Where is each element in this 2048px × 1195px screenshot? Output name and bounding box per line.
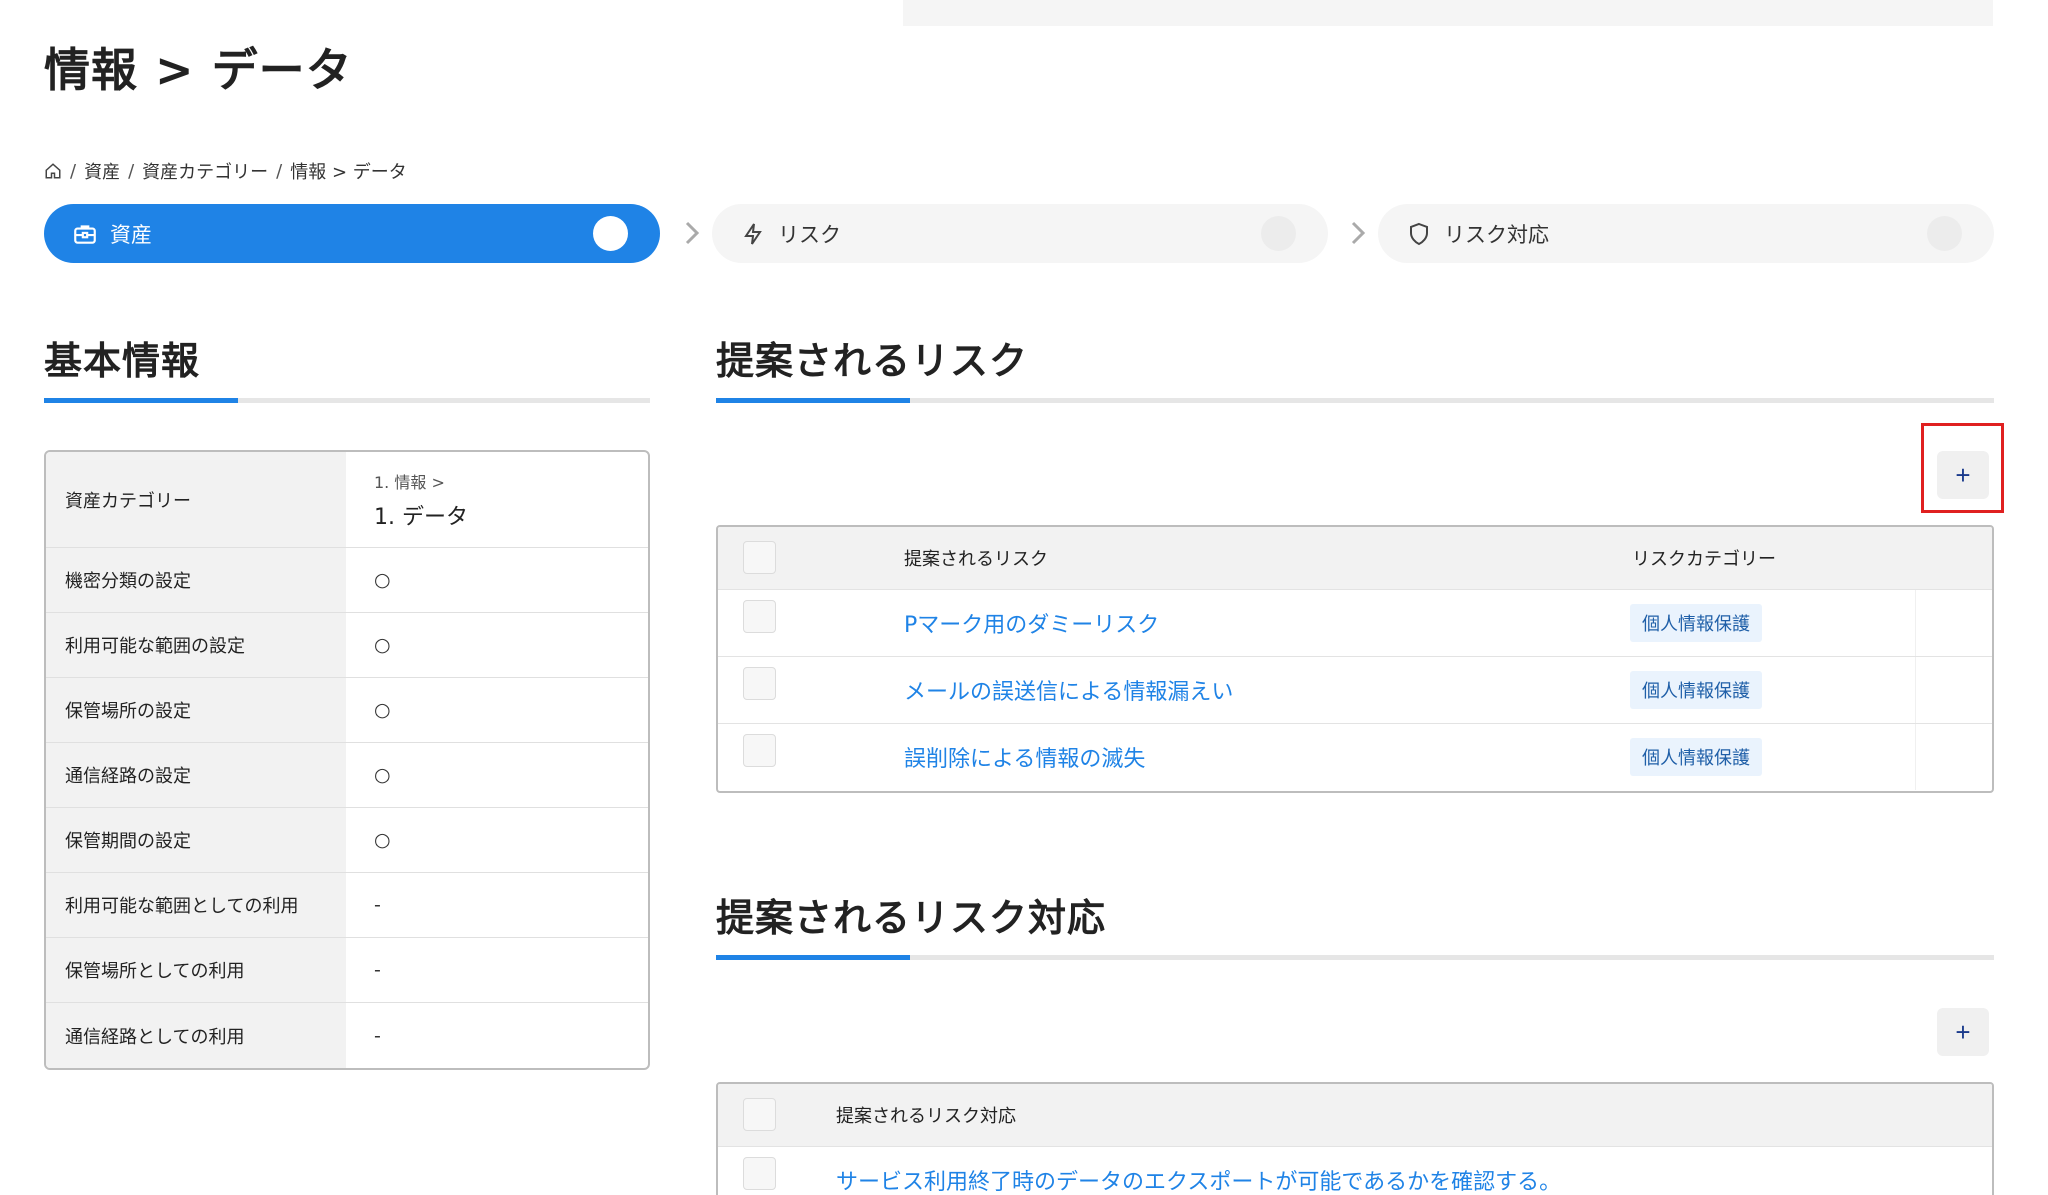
info-label: 利用可能な範囲の設定 <box>46 613 346 677</box>
suggested-risk-responses-table: 提案されるリスク対応 サービス利用終了時のデータのエクスポートが可能であるかを確… <box>716 1082 1994 1195</box>
category-tag: 個人情報保護 <box>1630 738 1762 776</box>
category-tag: 個人情報保護 <box>1630 604 1762 642</box>
info-value: ○ <box>374 569 391 591</box>
basic-info-title: 基本情報 <box>44 339 201 383</box>
step-assets[interactable]: 資産 <box>44 204 660 263</box>
info-label: 通信経路としての利用 <box>46 1003 346 1068</box>
home-icon[interactable] <box>44 162 62 180</box>
row-checkbox[interactable] <box>743 600 776 633</box>
breadcrumb-item-assets[interactable]: 資産 <box>84 158 120 184</box>
basic-info-table: 資産カテゴリー 1. 情報 > 1. データ 機密分類の設定 ○ 利用可能な範囲… <box>44 450 650 1070</box>
step-toggle[interactable] <box>593 216 628 251</box>
info-label: 機密分類の設定 <box>46 548 346 612</box>
info-row: 利用可能な範囲の設定 ○ <box>46 613 648 678</box>
breadcrumb: / 資産 / 資産カテゴリー / 情報 > データ <box>44 158 407 184</box>
table-row: メールの誤送信による情報漏えい 個人情報保護 <box>718 656 1992 723</box>
step-risk[interactable]: リスク <box>712 204 1328 263</box>
info-value: ○ <box>374 829 391 851</box>
select-all-checkbox[interactable] <box>743 541 776 574</box>
info-row: 通信経路としての利用 - <box>46 1003 648 1068</box>
briefcase-icon <box>72 221 98 247</box>
suggested-risks-title: 提案されるリスク <box>716 339 1029 383</box>
breadcrumb-separator: / <box>276 160 283 182</box>
column-header-risk: 提案されるリスク <box>904 549 1048 570</box>
info-label: 資産カテゴリー <box>46 452 346 547</box>
breadcrumb-separator: / <box>128 160 135 182</box>
info-label: 保管場所の設定 <box>46 678 346 742</box>
step-label: リスク <box>778 222 841 247</box>
table-header: 提案されるリスク対応 <box>718 1084 1992 1146</box>
breadcrumb-separator: / <box>70 160 77 182</box>
suggested-risk-responses-title: 提案されるリスク対応 <box>716 896 1107 940</box>
select-all-checkbox[interactable] <box>743 1098 776 1131</box>
row-checkbox[interactable] <box>743 667 776 700</box>
column-header-category: リスクカテゴリー <box>1632 549 1776 570</box>
asset-category-parent[interactable]: 1. 情報 > <box>374 469 445 493</box>
column-header-risk-response: 提案されるリスク対応 <box>836 1106 1016 1127</box>
breadcrumb-item-asset-category[interactable]: 資産カテゴリー <box>142 158 268 184</box>
step-label: 資産 <box>110 222 152 247</box>
info-value: ○ <box>374 634 391 656</box>
breadcrumb-item-current: 情報 > データ <box>290 162 407 183</box>
lightning-icon <box>740 221 766 247</box>
info-value: - <box>374 894 381 916</box>
info-label: 保管期間の設定 <box>46 808 346 872</box>
row-checkbox[interactable] <box>743 1157 776 1190</box>
category-tag: 個人情報保護 <box>1630 671 1762 709</box>
suggested-risks-table: 提案されるリスク リスクカテゴリー Pマーク用のダミーリスク 個人情報保護 メー… <box>716 525 1994 793</box>
info-row: 通信経路の設定 ○ <box>46 743 648 808</box>
info-value: ○ <box>374 764 391 786</box>
step-toggle[interactable] <box>1261 216 1296 251</box>
step-toggle[interactable] <box>1927 216 1962 251</box>
info-row: 保管期間の設定 ○ <box>46 808 648 873</box>
info-label: 利用可能な範囲としての利用 <box>46 873 346 937</box>
step-risk-response[interactable]: リスク対応 <box>1378 204 1994 263</box>
table-header: 提案されるリスク リスクカテゴリー <box>718 527 1992 589</box>
suggested-risks-underline <box>716 398 1994 403</box>
shield-icon <box>1406 221 1432 247</box>
info-row: 利用可能な範囲としての利用 - <box>46 873 648 938</box>
info-row: 保管場所としての利用 - <box>46 938 648 1003</box>
top-banner-strip <box>903 0 1993 26</box>
chevron-right-icon <box>1351 221 1366 245</box>
asset-category-value: 1. データ <box>374 504 468 530</box>
risk-link[interactable]: Pマーク用のダミーリスク <box>904 607 1159 639</box>
info-row: 保管場所の設定 ○ <box>46 678 648 743</box>
risk-link[interactable]: メールの誤送信による情報漏えい <box>904 674 1233 706</box>
add-risk-response-button[interactable]: + <box>1937 1008 1989 1056</box>
info-row: 機密分類の設定 ○ <box>46 548 648 613</box>
info-row: 資産カテゴリー 1. 情報 > 1. データ <box>46 452 648 548</box>
suggested-risk-responses-underline <box>716 955 1994 960</box>
table-row: 誤削除による情報の滅失 個人情報保護 <box>718 723 1992 790</box>
table-row: Pマーク用のダミーリスク 個人情報保護 <box>718 589 1992 656</box>
table-row: サービス利用終了時のデータのエクスポートが可能であるかを確認する。 <box>718 1146 1992 1195</box>
info-label: 保管場所としての利用 <box>46 938 346 1002</box>
add-risk-button[interactable]: + <box>1937 451 1989 499</box>
info-value: - <box>374 1024 381 1047</box>
row-checkbox[interactable] <box>743 734 776 767</box>
basic-info-underline <box>44 398 650 403</box>
page-title: 情報 > データ <box>44 43 353 97</box>
risk-link[interactable]: 誤削除による情報の滅失 <box>904 741 1145 773</box>
risk-response-link[interactable]: サービス利用終了時のデータのエクスポートが可能であるかを確認する。 <box>836 1164 1561 1195</box>
info-value: - <box>374 959 381 981</box>
info-value: ○ <box>374 699 391 721</box>
chevron-right-icon <box>685 221 700 245</box>
info-label: 通信経路の設定 <box>46 743 346 807</box>
step-label: リスク対応 <box>1444 222 1549 247</box>
